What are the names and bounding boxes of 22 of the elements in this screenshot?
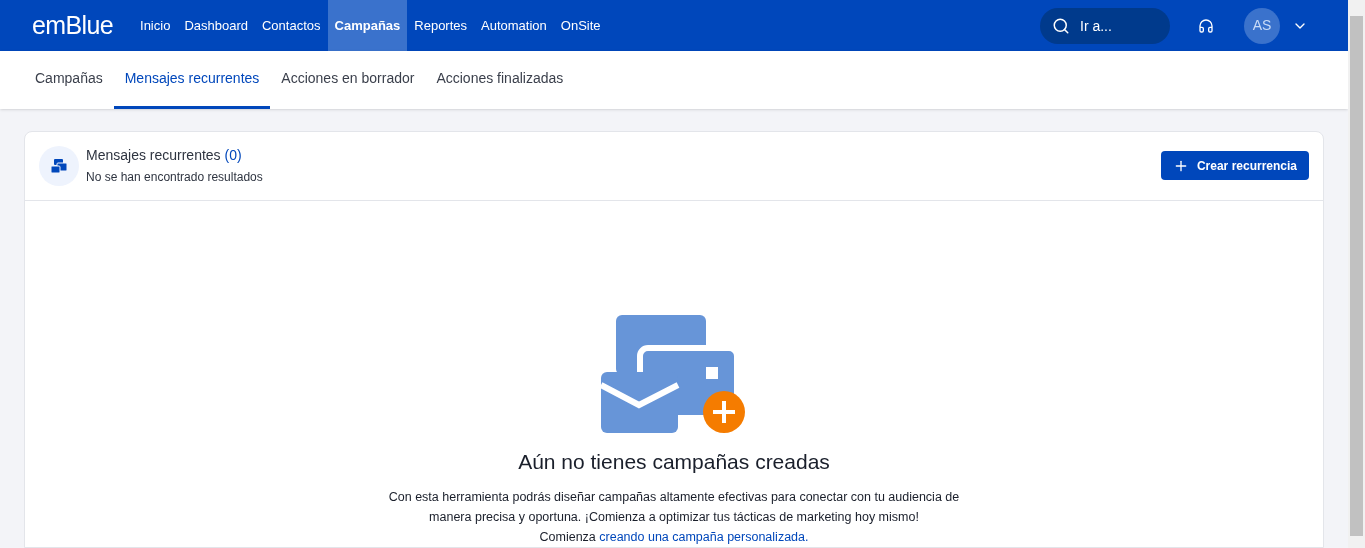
nav-link[interactable]: OnSite xyxy=(553,0,608,52)
empty-state-description: Con esta herramienta podrás diseñar campañas altamente efectivas para conectar con tu audiencia de manera precisa y oportuna. ¡Comienza a optimizar tus tácticas de marketing hoy mismo! Comienza creando una campaña personalizada. xyxy=(387,489,961,546)
tab[interactable]: Acciones en borrador xyxy=(270,51,426,109)
create-button[interactable]: Crear recurrencia xyxy=(1160,151,1309,180)
headset-icon[interactable] xyxy=(1198,17,1214,34)
nav-link[interactable]: Dashboard xyxy=(177,0,255,52)
tab[interactable]: Mensajes recurrentes xyxy=(113,51,271,109)
search-field[interactable]: Ir a... xyxy=(1040,7,1170,44)
create-campaign-link[interactable]: creando una campaña personalizada. xyxy=(599,530,809,544)
logo[interactable]: emBlue xyxy=(32,6,113,45)
tab[interactable]: Acciones finalizadas xyxy=(425,51,575,109)
nav-link[interactable]: Inicio xyxy=(133,0,178,52)
card-title: Mensajes recurrentes (0) xyxy=(86,146,243,165)
search-icon xyxy=(1052,16,1070,35)
nav-link[interactable]: Reportes xyxy=(407,0,475,52)
nav-link[interactable]: Contactos xyxy=(255,0,328,52)
nav-link[interactable]: Automation xyxy=(474,0,554,52)
empty-state-heading: Aún no tienes campañas creadas xyxy=(518,448,830,475)
messages-icon xyxy=(50,157,68,174)
nav-link[interactable]: Campañas xyxy=(327,0,408,52)
card-subtitle: No se han encontrado resultados xyxy=(86,169,263,186)
tab[interactable]: Campañas xyxy=(24,51,114,109)
